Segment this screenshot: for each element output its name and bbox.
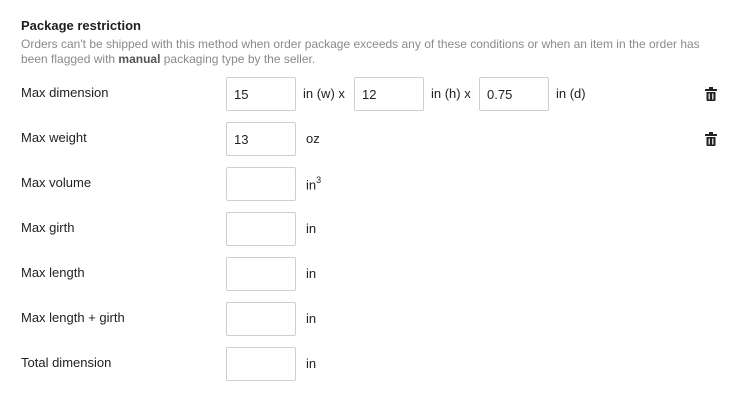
row-max-volume: Max volume in3 [0,167,741,201]
max-length-girth-label: Max length + girth [21,310,125,325]
width-unit: in (w) x [303,86,345,101]
row-max-girth: Max girth in [0,212,741,246]
max-weight-input[interactable] [226,122,296,156]
description-text-end: packaging type by the seller. [160,52,316,66]
row-max-length-girth: Max length + girth in [0,302,741,336]
max-weight-label: Max weight [21,130,87,145]
max-dimension-height-input[interactable] [354,77,424,111]
max-volume-input[interactable] [226,167,296,201]
row-max-weight: Max weight oz [0,122,741,156]
depth-unit: in (d) [556,86,586,101]
volume-unit-exponent: 3 [316,175,322,185]
length-girth-unit: in [306,311,317,326]
weight-unit: oz [306,131,320,146]
max-dimension-width-input[interactable] [226,77,296,111]
max-volume-label: Max volume [21,175,92,190]
height-unit: in (h) x [431,86,471,101]
trash-icon[interactable] [705,132,717,146]
volume-unit-base: in [306,177,317,193]
max-length-label: Max length [21,265,85,280]
trash-icon[interactable] [705,87,717,101]
max-length-girth-input[interactable] [226,302,296,336]
max-dimension-depth-input[interactable] [479,77,549,111]
max-girth-label: Max girth [21,220,75,235]
girth-unit: in [306,221,317,236]
row-max-dimension: Max dimension in (w) x in (h) x in (d) [0,77,741,111]
total-dimension-unit: in [306,356,317,371]
total-dimension-label: Total dimension [21,355,112,370]
section-description: Orders can't be shipped with this method… [21,37,721,67]
length-unit: in [306,266,317,281]
row-total-dimension: Total dimension in [0,347,741,381]
section-title: Package restriction [21,18,141,33]
max-length-input[interactable] [226,257,296,291]
row-max-length: Max length in [0,257,741,291]
total-dimension-input[interactable] [226,347,296,381]
description-bold-text: manual [118,52,161,66]
volume-unit: in3 [306,175,322,193]
max-girth-input[interactable] [226,212,296,246]
max-dimension-label: Max dimension [21,85,109,100]
